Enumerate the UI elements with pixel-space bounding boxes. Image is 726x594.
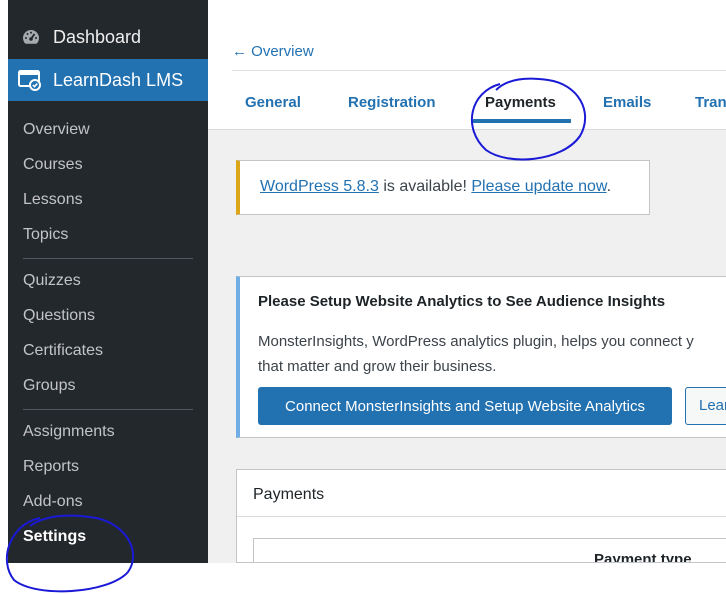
admin-sidebar: Dashboard LearnDash LMS Overview Courses…	[8, 0, 208, 563]
back-to-overview-link[interactable]: ← Overview	[232, 43, 314, 60]
sidebar-item-lessons[interactable]: Lessons	[23, 191, 83, 209]
tab-emails[interactable]: Emails	[603, 94, 651, 111]
sidebar-item-certificates[interactable]: Certificates	[23, 342, 103, 360]
dashboard-gauge-icon	[23, 30, 39, 44]
payments-panel-title: Payments	[253, 486, 325, 503]
tab-payments[interactable]: Payments	[485, 94, 556, 111]
tab-translations[interactable]: Tran	[695, 94, 726, 111]
sidebar-item-add-ons[interactable]: Add-ons	[23, 493, 83, 511]
tab-registration[interactable]: Registration	[348, 94, 436, 111]
sidebar-item-settings[interactable]: Settings	[23, 528, 86, 546]
sidebar-divider	[23, 258, 193, 259]
left-margin	[0, 0, 8, 563]
sidebar-item-overview[interactable]: Overview	[23, 121, 90, 139]
sidebar-item-groups[interactable]: Groups	[23, 377, 75, 395]
payment-types-table: Payment type	[253, 538, 726, 563]
update-notice-text: WordPress 5.8.3 is available! Please upd…	[260, 178, 611, 196]
notice-middle-text: is available!	[378, 178, 472, 195]
update-now-link[interactable]: Please update now	[471, 178, 606, 195]
bottom-margin	[0, 563, 726, 594]
wordpress-version-link[interactable]: WordPress 5.8.3	[260, 178, 379, 195]
sidebar-item-dashboard[interactable]: Dashboard	[8, 18, 208, 56]
update-notice: WordPress 5.8.3 is available! Please upd…	[236, 160, 650, 215]
sidebar-divider	[23, 409, 193, 410]
sidebar-item-label: LearnDash LMS	[53, 70, 184, 90]
sidebar-item-learndash[interactable]: LearnDash LMS	[8, 59, 208, 101]
analytics-title: Please Setup Website Analytics to See Au…	[258, 293, 666, 310]
header-divider	[232, 70, 726, 71]
connect-monsterinsights-button[interactable]: Connect MonsterInsights and Setup Websit…	[258, 387, 672, 425]
sidebar-item-reports[interactable]: Reports	[23, 458, 79, 476]
analytics-body-line: that matter and grow their business.	[258, 358, 497, 375]
panel-divider	[237, 516, 726, 517]
sidebar-item-questions[interactable]: Questions	[23, 307, 95, 325]
learndash-certificate-icon	[18, 70, 41, 91]
analytics-notice: Please Setup Website Analytics to See Au…	[236, 276, 726, 438]
analytics-body: MonsterInsights, WordPress analytics plu…	[258, 329, 726, 379]
sidebar-item-quizzes[interactable]: Quizzes	[23, 272, 81, 290]
analytics-body-line: MonsterInsights, WordPress analytics plu…	[258, 333, 694, 350]
active-tab-indicator	[473, 119, 571, 123]
sidebar-item-assignments[interactable]: Assignments	[23, 423, 115, 441]
sidebar-item-label: Dashboard	[53, 27, 142, 47]
tab-general[interactable]: General	[245, 94, 301, 111]
notice-end-text: .	[606, 178, 612, 195]
sidebar-item-courses[interactable]: Courses	[23, 156, 83, 174]
learn-more-button[interactable]: Lear	[685, 387, 726, 425]
payments-panel: Payments Payment type	[236, 469, 726, 563]
payment-type-column-header: Payment type	[594, 551, 692, 563]
sidebar-item-topics[interactable]: Topics	[23, 226, 68, 244]
